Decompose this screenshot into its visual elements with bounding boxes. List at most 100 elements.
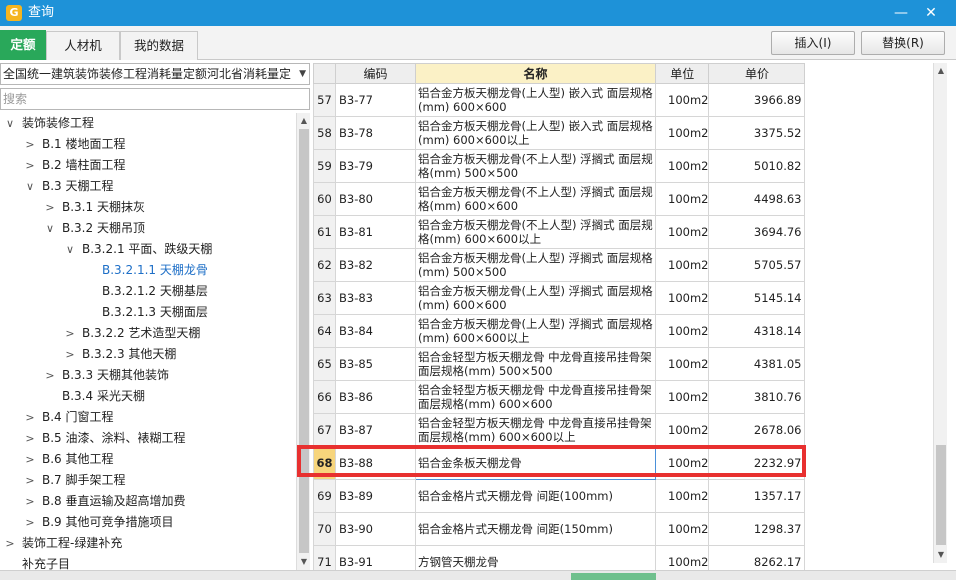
table-row[interactable]: 58 B3-78 铝合金方板天棚龙骨(上人型) 嵌入式 面层规格(mm) 600×6… (313, 116, 806, 150)
tree-node[interactable]: > B.3.2.3 其他天棚 (64, 344, 176, 365)
tree-node[interactable]: > B.7 脚手架工程 (24, 470, 125, 491)
chevron-right-icon[interactable]: > (4, 533, 16, 554)
tree-scrollbar-thumb[interactable] (299, 129, 309, 553)
chevron-right-icon[interactable]: > (44, 197, 56, 218)
tree-node[interactable]: 补充子目 (4, 554, 70, 570)
table-row[interactable]: 59 B3-79 铝合金方板天棚龙骨(不上人型) 浮搁式 面层规格(mm) 500×… (313, 149, 806, 183)
name-cell[interactable]: 铝合金方板天棚龙骨(上人型) 嵌入式 面层规格(mm) 600×600 (415, 83, 656, 117)
name-cell[interactable]: 铝合金方板天棚龙骨(上人型) 浮搁式 面层规格(mm) 600×600以上 (415, 314, 656, 348)
scroll-down-icon[interactable]: ▼ (297, 555, 311, 569)
table-scrollbar[interactable]: ▲ ▼ (933, 63, 947, 563)
name-cell[interactable]: 铝合金方板天棚龙骨(不上人型) 浮搁式 面层规格(mm) 500×500 (415, 149, 656, 183)
price-cell[interactable]: 1298.37 (708, 512, 806, 546)
code-cell[interactable]: B3-82 (335, 248, 416, 282)
code-cell[interactable]: B3-79 (335, 149, 416, 183)
chevron-down-icon[interactable]: ∨ (44, 218, 56, 239)
code-cell[interactable]: B3-81 (335, 215, 416, 249)
code-cell[interactable]: B3-77 (335, 83, 416, 117)
price-cell[interactable]: 2232.97 (708, 446, 806, 480)
chevron-right-icon[interactable]: > (24, 407, 36, 428)
header-code[interactable]: 编码 (335, 63, 416, 84)
name-cell[interactable]: 铝合金方板天棚龙骨(不上人型) 浮搁式 面层规格(mm) 600×600 (415, 182, 656, 216)
row-number[interactable]: 60 (313, 182, 336, 216)
table-row[interactable]: 57 B3-77 铝合金方板天棚龙骨(上人型) 嵌入式 面层规格(mm) 600×6… (313, 83, 806, 117)
chevron-right-icon[interactable]: > (24, 470, 36, 491)
tree-node[interactable]: B.3.2.1.1 天棚龙骨 (84, 260, 208, 281)
unit-cell[interactable]: 100m2 (654, 248, 710, 282)
chevron-right-icon[interactable]: > (64, 323, 76, 344)
code-cell[interactable]: B3-85 (335, 347, 416, 381)
header-price[interactable]: 单价 (708, 63, 806, 84)
scroll-up-icon[interactable]: ▲ (934, 64, 948, 78)
replace-button[interactable]: 替换(R) (861, 31, 945, 55)
table-row[interactable]: 66 B3-86 铝合金轻型方板天棚龙骨 中龙骨直接吊挂骨架 面层规格(mm) 60… (313, 380, 806, 414)
chevron-right-icon[interactable]: > (24, 155, 36, 176)
code-cell[interactable]: B3-86 (335, 380, 416, 414)
price-cell[interactable]: 5705.57 (708, 248, 806, 282)
name-cell[interactable]: 铝合金方板天棚龙骨(上人型) 浮搁式 面层规格(mm) 500×500 (415, 248, 656, 282)
minimize-icon[interactable]: — (887, 0, 915, 26)
name-cell[interactable]: 铝合金条板天棚龙骨 (415, 446, 656, 480)
unit-cell[interactable]: 100m2 (654, 149, 710, 183)
unit-cell[interactable]: 100m2 (654, 446, 710, 480)
table-row[interactable]: 64 B3-84 铝合金方板天棚龙骨(上人型) 浮搁式 面层规格(mm) 600×6… (313, 314, 806, 348)
code-cell[interactable]: B3-83 (335, 281, 416, 315)
tree-node[interactable]: B.3.2.1.2 天棚基层 (84, 281, 208, 302)
unit-cell[interactable]: 100m2 (654, 314, 710, 348)
chevron-right-icon[interactable]: > (64, 344, 76, 365)
chevron-down-icon[interactable]: ∨ (64, 239, 76, 260)
unit-cell[interactable]: 100m2 (654, 83, 710, 117)
name-cell[interactable]: 铝合金方板天棚龙骨(不上人型) 浮搁式 面层规格(mm) 600×600以上 (415, 215, 656, 249)
tree-node[interactable]: > B.2 墙柱面工程 (24, 155, 125, 176)
unit-cell[interactable]: 100m2 (654, 413, 710, 447)
tree-node[interactable]: B.3.4 采光天棚 (44, 386, 145, 407)
table-row[interactable]: 61 B3-81 铝合金方板天棚龙骨(不上人型) 浮搁式 面层规格(mm) 600×… (313, 215, 806, 249)
chevron-right-icon[interactable]: > (24, 134, 36, 155)
name-cell[interactable]: 铝合金格片式天棚龙骨 间距(100mm) (415, 479, 656, 513)
search-input[interactable]: 搜索 (0, 88, 310, 110)
row-number[interactable]: 64 (313, 314, 336, 348)
price-cell[interactable]: 1357.17 (708, 479, 806, 513)
table-row[interactable]: 65 B3-85 铝合金轻型方板天棚龙骨 中龙骨直接吊挂骨架 面层规格(mm) 50… (313, 347, 806, 381)
unit-cell[interactable]: 100m2 (654, 512, 710, 546)
row-number[interactable]: 63 (313, 281, 336, 315)
chevron-right-icon[interactable]: > (44, 365, 56, 386)
table-row[interactable]: 69 B3-89 铝合金格片式天棚龙骨 间距(100mm) 100m2 1357.17 (313, 479, 806, 513)
name-cell[interactable]: 铝合金轻型方板天棚龙骨 中龙骨直接吊挂骨架 面层规格(mm) 500×500 (415, 347, 656, 381)
tree-node[interactable]: ∨ B.3 天棚工程 (24, 176, 114, 197)
code-cell[interactable]: B3-80 (335, 182, 416, 216)
bottom-splitter[interactable] (0, 570, 956, 580)
unit-cell[interactable]: 100m2 (654, 182, 710, 216)
chevron-right-icon[interactable]: > (24, 512, 36, 533)
tree-node[interactable]: ∨ B.3.2 天棚吊顶 (44, 218, 145, 239)
scroll-down-icon[interactable]: ▼ (934, 548, 948, 562)
chevron-right-icon[interactable]: > (24, 428, 36, 449)
tree-node[interactable]: ∨ 装饰装修工程 (4, 113, 94, 134)
unit-cell[interactable]: 100m2 (654, 281, 710, 315)
code-cell[interactable]: B3-89 (335, 479, 416, 513)
tree-node[interactable]: > B.5 油漆、涂料、裱糊工程 (24, 428, 185, 449)
header-name[interactable]: 名称 (415, 63, 656, 84)
price-cell[interactable]: 3375.52 (708, 116, 806, 150)
scroll-up-icon[interactable]: ▲ (297, 114, 311, 128)
code-cell[interactable]: B3-87 (335, 413, 416, 447)
name-cell[interactable]: 铝合金方板天棚龙骨(上人型) 嵌入式 面层规格(mm) 600×600以上 (415, 116, 656, 150)
price-cell[interactable]: 3966.89 (708, 83, 806, 117)
tab-my-data[interactable]: 我的数据 (120, 31, 198, 60)
price-cell[interactable]: 5010.82 (708, 149, 806, 183)
tab-labor-material-machine[interactable]: 人材机 (46, 31, 120, 60)
row-number[interactable]: 65 (313, 347, 336, 381)
unit-cell[interactable]: 100m2 (654, 380, 710, 414)
chevron-down-icon[interactable]: ∨ (4, 113, 16, 134)
tab-quota[interactable]: 定额 (0, 30, 46, 60)
unit-cell[interactable]: 100m2 (654, 215, 710, 249)
price-cell[interactable]: 4498.63 (708, 182, 806, 216)
row-number[interactable]: 70 (313, 512, 336, 546)
unit-cell[interactable]: 100m2 (654, 347, 710, 381)
table-row[interactable]: 70 B3-90 铝合金格片式天棚龙骨 间距(150mm) 100m2 1298.37 (313, 512, 806, 546)
insert-button[interactable]: 插入(I) (771, 31, 855, 55)
name-cell[interactable]: 铝合金轻型方板天棚龙骨 中龙骨直接吊挂骨架 面层规格(mm) 600×600以上 (415, 413, 656, 447)
price-cell[interactable]: 4318.14 (708, 314, 806, 348)
row-number[interactable]: 66 (313, 380, 336, 414)
tree-node[interactable]: > 装饰工程-绿建补充 (4, 533, 122, 554)
